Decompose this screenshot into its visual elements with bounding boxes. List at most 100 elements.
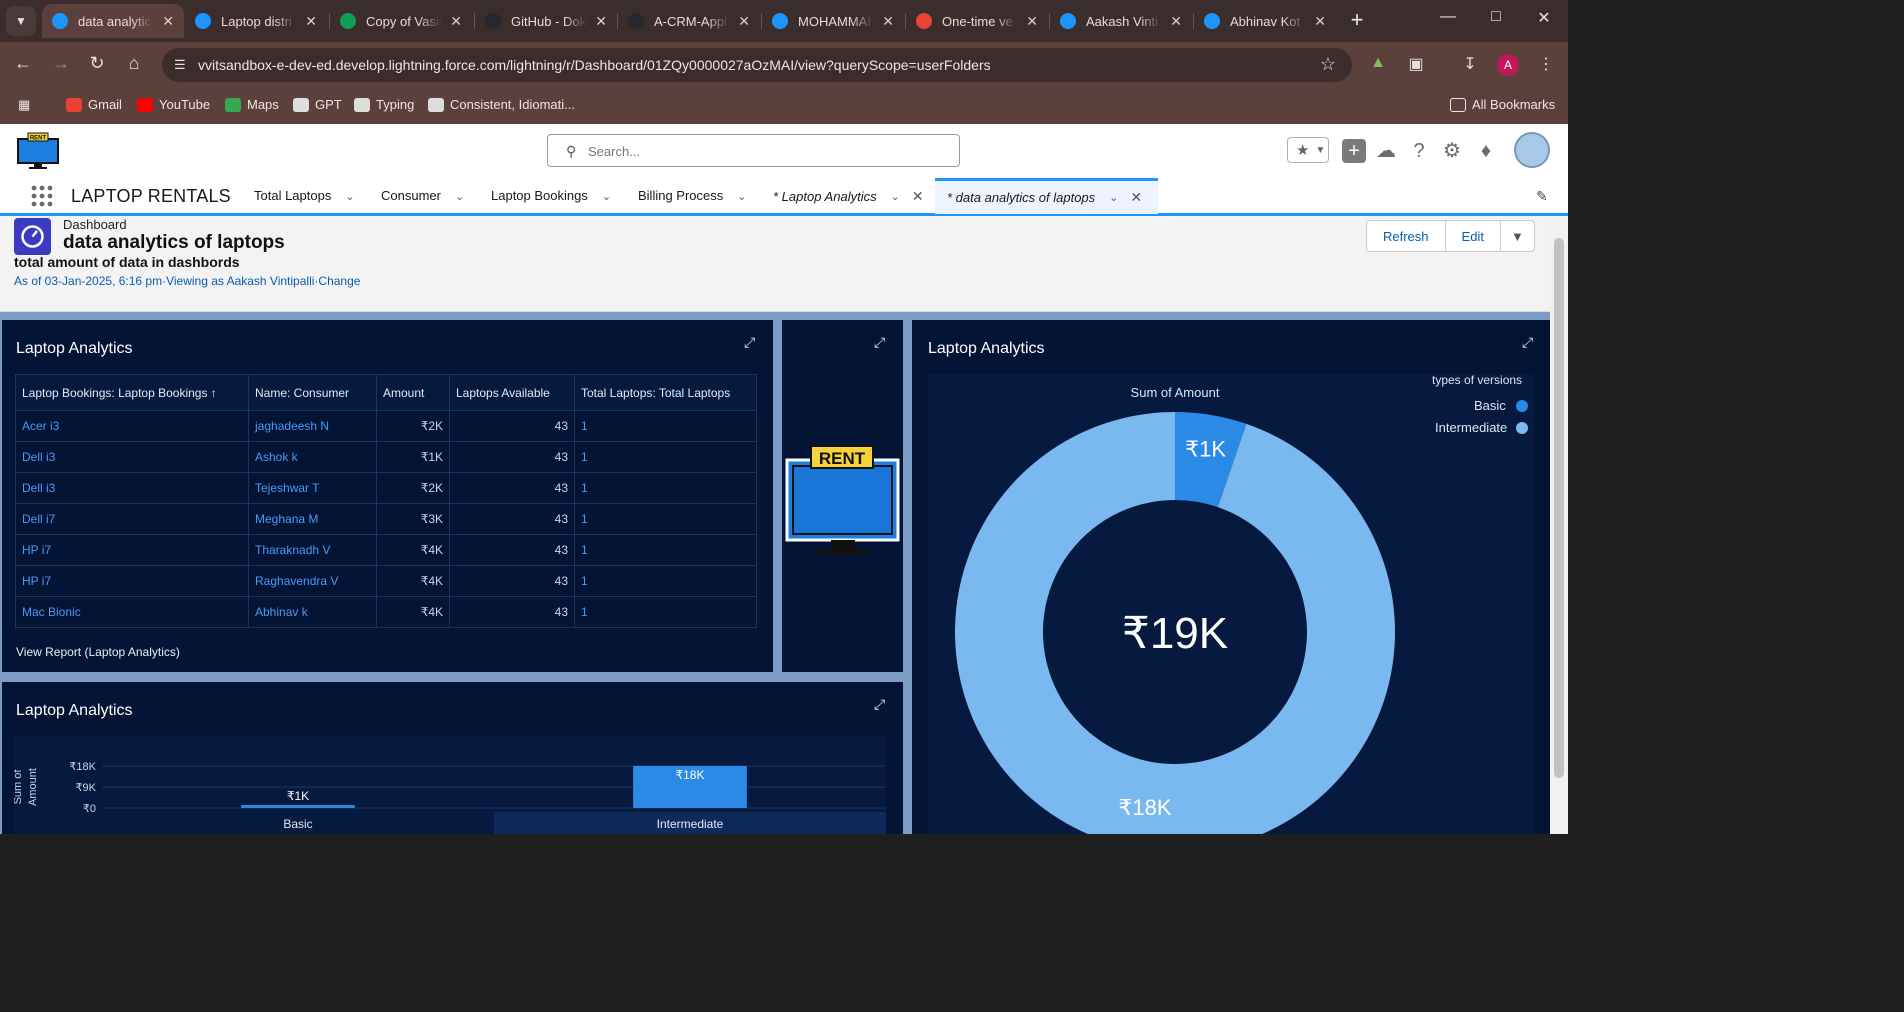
column-header[interactable]: Laptops Available [449,374,575,411]
refresh-button[interactable]: Refresh [1366,220,1446,252]
chevron-down-icon[interactable]: ⌄ [1109,191,1118,204]
chevron-down-icon[interactable]: ⌄ [602,191,611,203]
bookmark-item[interactable]: YouTube [137,97,210,112]
close-tab-icon[interactable]: ✕ [912,188,924,205]
column-header[interactable]: Amount [376,374,450,411]
extensions-puzzle-icon[interactable]: ▣ [1404,54,1428,74]
bookmark-item[interactable]: Maps [225,97,279,112]
notifications-bell-icon[interactable]: ♦ [1473,138,1499,164]
scrollbar-thumb[interactable] [1554,238,1564,778]
browser-tab[interactable]: data analytic ✕ [42,4,184,38]
close-tab-icon[interactable]: ✕ [882,13,894,30]
consumer-link[interactable]: jaghadeesh N [248,410,377,442]
browser-tab[interactable]: One-time ve ✕ [906,4,1048,38]
consumer-link[interactable]: Abhinav k [248,596,377,628]
close-tab-icon[interactable]: ✕ [595,13,607,30]
chevron-down-icon[interactable]: ⌄ [891,190,900,203]
browser-tab[interactable]: A-CRM-Appl ✕ [618,4,760,38]
browser-tab[interactable]: Copy of Vasir ✕ [330,4,472,38]
edit-nav-pencil-icon[interactable]: ✎ [1536,188,1548,205]
trailhead-icon[interactable]: ☁ [1373,138,1399,164]
forward-icon[interactable]: → [48,53,74,74]
reload-icon[interactable]: ↻ [84,53,110,74]
booking-link[interactable]: Dell i3 [15,441,249,473]
page-scrollbar[interactable] [1550,216,1568,834]
total-laptops-link[interactable]: 1 [574,503,757,535]
close-tab-icon[interactable]: ✕ [1130,189,1142,206]
total-laptops-link[interactable]: 1 [574,441,757,473]
browser-menu-icon[interactable]: ⋮ [1534,54,1558,74]
bookmark-item[interactable]: Typing [354,97,414,112]
booking-link[interactable]: Mac Bionic [15,596,249,628]
app-logo[interactable]: RENT [17,132,59,170]
expand-icon[interactable]: ⤢ [1522,334,1533,351]
consumer-link[interactable]: Ashok k [248,441,377,473]
browser-tab[interactable]: MOHAMMAI ✕ [762,4,904,38]
extension-tree-icon[interactable]: ▲ [1366,54,1390,72]
url-text[interactable]: vvitsandbox-e-dev-ed.develop.lightning.f… [198,57,991,73]
close-tab-icon[interactable]: ✕ [738,13,750,30]
expand-icon[interactable]: ⤢ [874,696,885,713]
close-tab-icon[interactable]: ✕ [1026,13,1038,30]
dashboard-meta[interactable]: As of 03-Jan-2025, 6:16 pm·Viewing as Aa… [14,274,360,288]
consumer-link[interactable]: Raghavendra V [248,565,377,597]
downloads-icon[interactable]: ↧ [1458,54,1482,74]
nav-item-billing-process[interactable]: Billing Process ⌄ [638,188,746,203]
more-actions-button[interactable]: ▼ [1500,220,1535,252]
consumer-link[interactable]: Meghana M [248,503,377,535]
global-actions-icon[interactable]: + [1342,139,1366,163]
browser-tab[interactable]: Aakash Vinti ✕ [1050,4,1192,38]
user-avatar[interactable] [1514,132,1550,168]
address-bar[interactable]: ☰ vvitsandbox-e-dev-ed.develop.lightning… [162,48,1352,82]
global-search[interactable]: ⚲ Search... [547,134,960,167]
chevron-down-icon[interactable]: ⌄ [345,191,354,203]
view-report-link[interactable]: View Report (Laptop Analytics) [16,645,180,659]
home-icon[interactable]: ⌂ [121,53,147,74]
bar[interactable] [241,805,355,808]
close-window-icon[interactable]: ✕ [1524,8,1564,28]
bookmark-item[interactable]: GPT [293,97,342,112]
total-laptops-link[interactable]: 1 [574,472,757,504]
consumer-link[interactable]: Tejeshwar T [248,472,377,504]
consumer-link[interactable]: Tharaknadh V [248,534,377,566]
total-laptops-link[interactable]: 1 [574,565,757,597]
bookmark-star-icon[interactable]: ☆ [1320,54,1336,75]
site-info-icon[interactable]: ☰ [174,57,186,73]
back-icon[interactable]: ← [10,53,36,74]
expand-icon[interactable]: ⤢ [874,334,885,351]
booking-link[interactable]: Dell i3 [15,472,249,504]
favorites-button[interactable]: ★ ▼ [1287,137,1329,163]
booking-link[interactable]: HP i7 [15,565,249,597]
help-icon[interactable]: ? [1406,138,1432,164]
nav-item-total-laptops[interactable]: Total Laptops ⌄ [254,188,355,203]
close-tab-icon[interactable]: ✕ [1170,13,1182,30]
column-header[interactable]: Total Laptops: Total Laptops [574,374,757,411]
total-laptops-link[interactable]: 1 [574,534,757,566]
nav-item-laptop-bookings[interactable]: Laptop Bookings ⌄ [491,188,611,203]
total-laptops-link[interactable]: 1 [574,410,757,442]
new-tab-button[interactable]: + [1344,8,1370,34]
nav-item-consumer[interactable]: Consumer ⌄ [381,188,464,203]
tab-search-button[interactable]: ▼ [6,6,36,36]
app-launcher-icon[interactable] [30,184,54,208]
browser-tab[interactable]: Abhinav Kot ✕ [1194,4,1336,38]
booking-link[interactable]: Dell i7 [15,503,249,535]
edit-button[interactable]: Edit [1445,220,1501,252]
browser-tab[interactable]: Laptop distri ✕ [185,4,327,38]
close-tab-icon[interactable]: ✕ [450,13,462,30]
booking-link[interactable]: HP i7 [15,534,249,566]
apps-grid-icon[interactable]: ▦ [18,97,30,113]
maximize-icon[interactable]: □ [1476,8,1516,26]
chevron-down-icon[interactable]: ⌄ [455,191,464,203]
tab-laptop-analytics[interactable]: * Laptop Analytics ⌄ ✕ [761,178,936,214]
close-tab-icon[interactable]: ✕ [305,13,317,30]
column-header[interactable]: Laptop Bookings: Laptop Bookings ↑ [15,374,249,411]
legend-item[interactable]: Basic [1474,398,1506,413]
bookmark-item[interactable]: Consistent, Idiomati... [428,97,575,112]
browser-tab[interactable]: GitHub - Dok ✕ [475,4,617,38]
minimize-icon[interactable]: — [1428,8,1468,26]
close-tab-icon[interactable]: ✕ [1314,13,1326,30]
column-header[interactable]: Name: Consumer [248,374,377,411]
setup-gear-icon[interactable]: ⚙ [1439,138,1465,164]
bookmark-item[interactable]: Gmail [66,97,122,112]
